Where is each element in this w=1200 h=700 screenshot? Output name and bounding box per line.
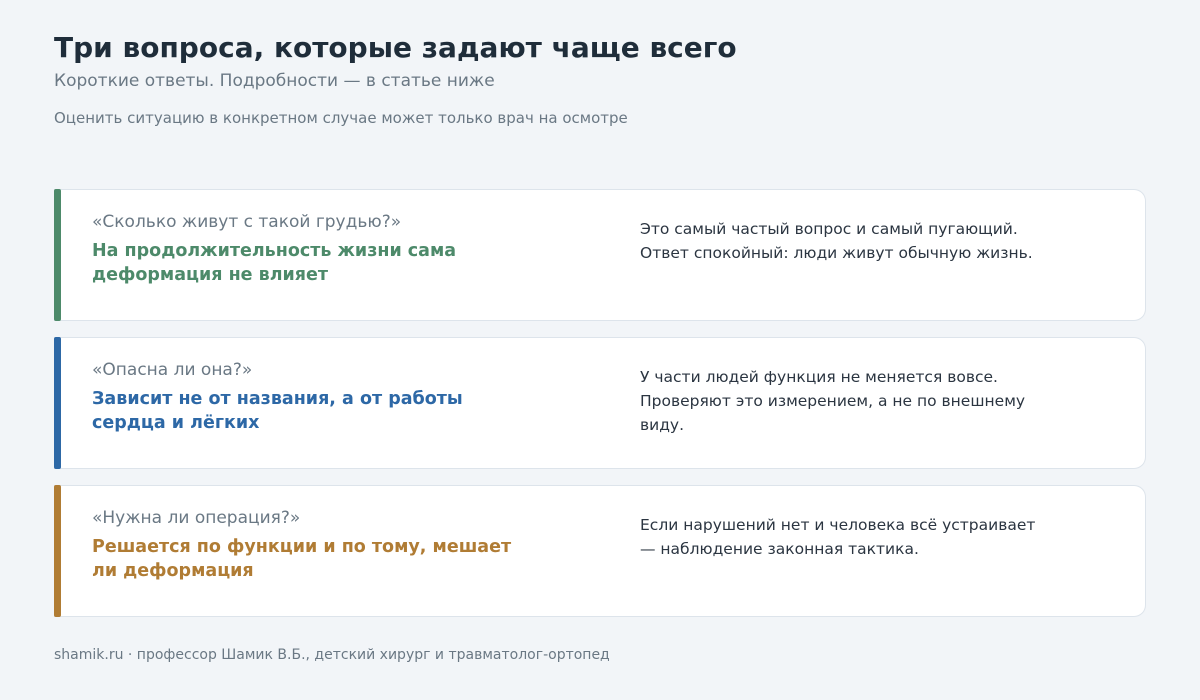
page-subtitle: Короткие ответы. Подробности — в статье … bbox=[54, 71, 495, 91]
page-title: Три вопроса, которые задают чаще всего bbox=[54, 31, 737, 64]
card-answer: Зависит не от названия, а от работы серд… bbox=[92, 389, 463, 433]
card-explanation: У части людей функция не меняется вовсе.… bbox=[640, 368, 1026, 434]
faq-card-surgery: «Нужна ли операция?» Решается по функции… bbox=[54, 485, 1146, 617]
faq-card-danger: «Опасна ли она?» Зависит не от названия,… bbox=[54, 337, 1146, 469]
card-accent-bar bbox=[54, 189, 61, 321]
card-explanation: Это самый частый вопрос и самый пугающий… bbox=[640, 220, 1033, 262]
card-question: «Сколько живут с такой грудью?» bbox=[92, 212, 402, 232]
faq-card-lifespan: «Сколько живут с такой грудью?» На продо… bbox=[54, 189, 1146, 321]
page-header: Три вопроса, которые задают чаще всего К… bbox=[54, 30, 1146, 128]
card-accent-bar bbox=[54, 337, 61, 469]
card-question: «Нужна ли операция?» bbox=[92, 508, 301, 528]
page-footer: shamik.ru · профессор Шамик В.Б., детски… bbox=[54, 647, 610, 663]
card-explanation: Если нарушений нет и человека всё устраи… bbox=[640, 516, 1036, 558]
card-answer: На продолжительность жизни сама деформац… bbox=[92, 241, 457, 285]
card-accent-bar bbox=[54, 485, 61, 617]
card-question: «Опасна ли она?» bbox=[92, 360, 253, 380]
disclaimer-note: Оценить ситуацию в конкретном случае мож… bbox=[54, 109, 628, 127]
card-answer: Решается по функции и по тому, мешает ли… bbox=[92, 537, 512, 581]
